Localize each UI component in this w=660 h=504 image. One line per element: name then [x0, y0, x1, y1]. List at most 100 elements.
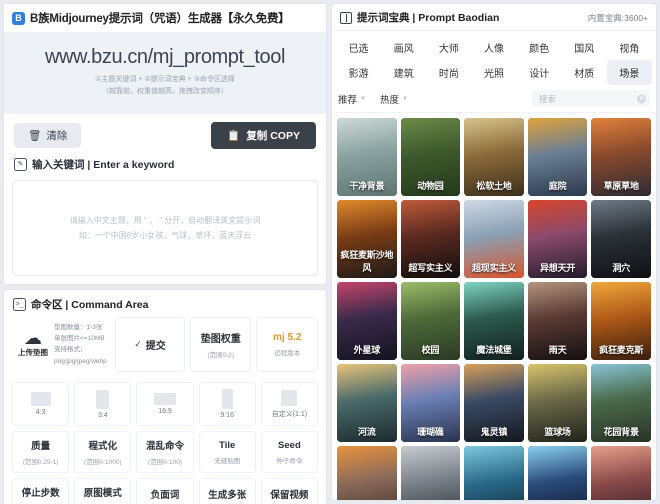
option-原图模式[interactable]: 原图模式(RAW模式): [74, 478, 132, 504]
option-Seed[interactable]: Seed 种子命令: [260, 431, 319, 474]
aspect-ratio-3:4[interactable]: 3:4: [74, 382, 132, 427]
tab-设计[interactable]: 设计: [517, 60, 562, 85]
prompt-card[interactable]: 洞穴: [591, 200, 651, 278]
keyword-placeholder: 请输入中文主题，用 " ， " 分开，自动翻译英文提示词 如：一个中国8岁小女孩…: [70, 213, 261, 243]
aspect-ratio-自定义(1:1)[interactable]: 自定义(1:1): [260, 382, 319, 427]
tab-人像[interactable]: 人像: [471, 35, 516, 60]
keyword-header: ✎ 输入关键词 | Enter a keyword: [4, 151, 326, 180]
tab-画风[interactable]: 画风: [381, 35, 426, 60]
clipboard-icon: 📋: [227, 129, 241, 142]
page-title: B族Midjourney提示词（咒语）生成器【永久免费】: [30, 13, 290, 25]
tab-建筑[interactable]: 建筑: [381, 60, 426, 85]
prompt-card[interactable]: 时空隧道: [527, 446, 588, 500]
option-sub: 种子命令: [276, 457, 303, 465]
prompt-card-label: 松软土地: [476, 181, 512, 191]
app-root: B B族Midjourney提示词（咒语）生成器【永久免费】 www.bzu.c…: [0, 0, 660, 504]
prompt-card-label: 庭院: [548, 181, 567, 191]
aspect-ratio-4:3[interactable]: 4:3: [12, 382, 70, 427]
option-title: 原图模式: [83, 488, 122, 500]
option-质量[interactable]: 质量 (范围0.25-1): [12, 431, 70, 474]
mj-version-card[interactable]: mj 5.2 远程版本: [256, 316, 318, 373]
prompt-card[interactable]: 花园背景: [591, 364, 651, 442]
copy-button-label: 复制 COPY: [246, 129, 300, 142]
prompt-card[interactable]: 超现实主义: [464, 200, 524, 278]
keyword-input[interactable]: 请输入中文主题，用 " ， " 分开，自动翻译英文提示词 如：一个中国8岁小女孩…: [12, 179, 318, 276]
search-input[interactable]: [532, 90, 650, 107]
action-bar: 🗑 清除 📋 复制 COPY: [4, 114, 326, 151]
check-circle-icon: ✓: [134, 338, 142, 349]
tab-影游[interactable]: 影游: [336, 60, 381, 85]
prompt-card[interactable]: 校园: [400, 282, 461, 360]
prompt-card[interactable]: 超写实主义: [400, 200, 461, 278]
tab-时尚[interactable]: 时尚: [426, 60, 471, 85]
image-weight-title: 垫图权重: [200, 333, 241, 345]
prompt-card[interactable]: 干净背景: [337, 118, 397, 196]
aspect-ratio-16:9[interactable]: 16:9: [136, 382, 194, 427]
prompt-card-label: 疯狂麦斯沙地风: [340, 250, 394, 273]
tab-光照[interactable]: 光照: [471, 60, 516, 85]
option-title: Tile: [219, 439, 236, 451]
prompt-card[interactable]: 动物园: [400, 118, 461, 196]
aspect-ratio-label: 16:9: [158, 408, 172, 416]
search-wrapper: ✕: [532, 90, 650, 107]
tab-颜色[interactable]: 颜色: [517, 35, 562, 60]
prompt-card[interactable]: 疯狂麦斯沙地风: [337, 200, 397, 278]
prompt-card-thumbnail: [464, 446, 524, 500]
tab-国风[interactable]: 国风: [562, 35, 607, 60]
prompt-card[interactable]: 晨雾中: [400, 446, 461, 500]
prompt-card[interactable]: 罗马竞技场: [337, 446, 397, 500]
prompt-card[interactable]: 疯狂麦克斯: [591, 282, 651, 360]
prompt-card[interactable]: 鬼灵镇: [464, 364, 524, 442]
tab-视角[interactable]: 视角: [607, 35, 652, 60]
prompt-library-panel: 提示词宝典 | Prompt Baodian 内置宝典:3600+ 已选 画风 大师…: [331, 3, 657, 501]
aspect-ratio-shape: [221, 389, 233, 410]
prompt-card[interactable]: 雨天: [527, 282, 588, 360]
prompt-card[interactable]: 异想天开: [527, 200, 588, 278]
prompt-card-grid: 干净背景 动物园 松软土地 庭院 草原草地疯狂麦斯沙地风超写实主义 超现实主义 异想天开 洞穴…: [332, 113, 656, 500]
prompt-card[interactable]: 水下世界: [464, 446, 524, 500]
clear-button[interactable]: 🗑 清除: [14, 122, 82, 148]
option-Tile[interactable]: Tile 无缝贴图: [198, 431, 256, 474]
sort-bar: 推荐 ▼ 热度 ▼ ✕: [332, 87, 656, 113]
option-保留视频[interactable]: 保留视频--video: [260, 478, 319, 504]
prompt-card[interactable]: 月球空间: [591, 446, 651, 500]
prompt-card[interactable]: 珊瑚礁: [400, 364, 461, 442]
prompt-card-label: 干净背景: [349, 181, 385, 191]
tab-大师[interactable]: 大师: [426, 35, 471, 60]
prompt-card[interactable]: 魔法城堡: [464, 282, 524, 360]
prompt-card[interactable]: 篮球场: [527, 364, 588, 442]
option-程式化[interactable]: 程式化 (范围0-1000): [74, 431, 132, 474]
option-title: 保留视频: [270, 489, 309, 501]
tab-已选[interactable]: 已选: [336, 35, 381, 60]
prompt-card-label: 超写实主义: [408, 263, 453, 273]
close-circle-icon[interactable]: ✕: [637, 94, 646, 103]
prompt-card[interactable]: 松软土地: [464, 118, 524, 196]
sort-popularity[interactable]: 热度 ▼: [380, 92, 408, 106]
library-header-left: 提示词宝典 | Prompt Baodian: [340, 10, 499, 25]
upload-image-card[interactable]: ☁ 上传垫图 垫图数量：1-3张 单张图片<=10MB 支持格式：png/jpg…: [12, 316, 111, 373]
prompt-card-label: 外星球: [353, 345, 381, 355]
prompt-card[interactable]: 河流: [337, 364, 397, 442]
prompt-card[interactable]: 庭院: [527, 118, 588, 196]
copy-button[interactable]: 📋 复制 COPY: [211, 121, 316, 149]
submit-button[interactable]: ✓ 提交: [115, 316, 185, 373]
image-weight-range: (范围0-2): [207, 351, 235, 359]
option-负面词[interactable]: 负面词--no: [136, 478, 194, 504]
image-weight-card[interactable]: 垫图权重 (范围0-2): [189, 316, 252, 373]
prompt-card[interactable]: 草原草地: [591, 118, 651, 196]
aspect-ratio-9:16[interactable]: 9:16: [198, 382, 256, 427]
aspect-ratio-label: 3:4: [97, 411, 108, 419]
aspect-ratio-shape: [281, 389, 298, 406]
tab-场景[interactable]: 场景: [606, 60, 652, 85]
options-row-2: 停止步数(范围10-100)原图模式(RAW模式)负面词--no生成多张--re…: [4, 478, 326, 504]
prompt-card-label: 超现实主义: [471, 263, 516, 273]
aspect-ratio-shape: [154, 393, 176, 406]
sort-recommend[interactable]: 推荐 ▼: [338, 92, 366, 106]
upload-meta-count: 垫图数量：1-3张: [54, 323, 103, 331]
option-生成多张[interactable]: 生成多张--repeat: [198, 478, 256, 504]
option-title: 质量: [31, 441, 51, 453]
option-混乱命令[interactable]: 混乱命令 (范围0-100): [136, 431, 194, 474]
tab-材质[interactable]: 材质: [562, 60, 607, 85]
prompt-card[interactable]: 外星球: [337, 282, 397, 360]
option-停止步数[interactable]: 停止步数(范围10-100): [12, 478, 70, 504]
